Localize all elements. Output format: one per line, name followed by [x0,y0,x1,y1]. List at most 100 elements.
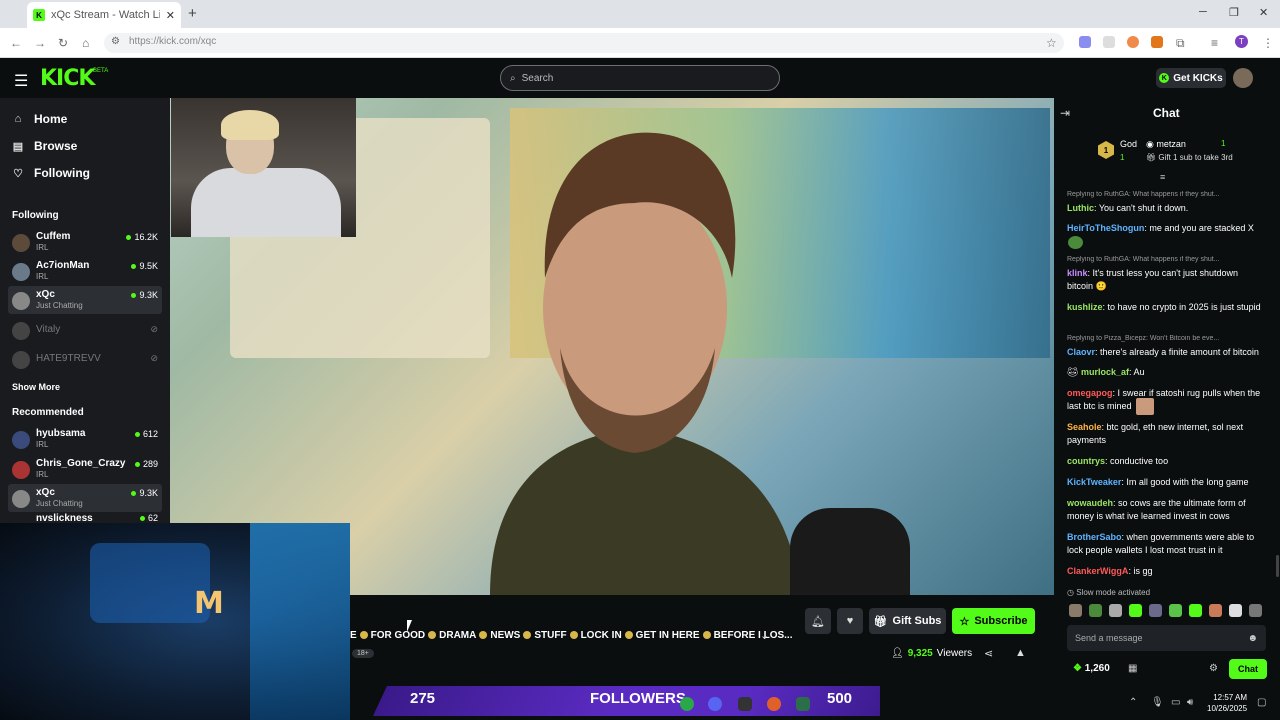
get-kicks-button[interactable]: K Get KICKs [1156,68,1226,88]
sidebar-item-browse[interactable]: ▤ Browse [12,139,78,153]
emote-icon[interactable] [1149,604,1162,617]
sidebar-channel[interactable]: Ac7ionMan IRL 9.5K [8,257,162,285]
chat-message[interactable]: HeirToTheShogun: me and you are stacked … [1067,222,1265,235]
chat-message[interactable]: Claovr: there's already a finite amount … [1067,346,1265,359]
network-icon[interactable]: ▭ [1171,697,1180,708]
emote-icon[interactable] [1209,604,1222,617]
emote-icon[interactable] [1129,604,1142,617]
emote-icon[interactable] [1109,604,1122,617]
chat-message[interactable]: ClankerWiggA: is gg [1067,565,1265,578]
app-taskbar-icon[interactable] [796,697,810,711]
search-input[interactable]: ⌕ Search [500,65,780,91]
app-taskbar-icon[interactable] [738,697,752,711]
sidebar-channel[interactable]: hyubsama IRL 612 [8,425,162,453]
chat-username[interactable]: kushlize [1067,302,1103,312]
browser-tab[interactable]: K xQc Stream - Watch Live o ✕ [27,2,181,28]
reload-icon[interactable]: ↻ [58,36,68,50]
chat-username[interactable]: Seahole [1067,422,1102,432]
chat-scrollbar[interactable] [1276,555,1279,577]
sidebar-channel[interactable]: Vitaly ⊘ [8,316,162,344]
taskbar-clock[interactable]: 12:57 AM 10/26/2025 [1207,692,1247,714]
browser-menu-icon[interactable]: ⋮ [1262,36,1274,50]
share-icon[interactable]: ⋖ [984,647,993,660]
extension-icon[interactable] [1079,36,1091,48]
chat-message[interactable]: countrys: conductive too [1067,455,1265,468]
chat-message[interactable]: Seahole: btc gold, eth new internet, sol… [1067,421,1265,447]
chevron-up-icon[interactable]: ⌃ [1129,697,1137,708]
emote-icon[interactable] [1189,604,1202,617]
reading-list-icon[interactable]: ≡ [1211,36,1218,50]
window-minimize-button[interactable]: ─ [1199,6,1207,18]
chat-username[interactable]: countrys [1067,456,1105,466]
sidebar-channel[interactable]: HATE9TREVV ⊘ [8,345,162,373]
back-arrow-icon[interactable]: ← [10,36,22,50]
emoji-picker-icon[interactable]: ☻ [1247,633,1258,644]
volume-icon[interactable]: 🔊︎ [1187,697,1193,708]
tab-close-icon[interactable]: ✕ [166,9,175,22]
emote-icon[interactable] [1229,604,1242,617]
emote-icon[interactable] [1169,604,1182,617]
address-bar[interactable] [104,33,1064,53]
subscribe-button[interactable]: ☆ Subscribe [952,608,1035,634]
discord-taskbar-icon[interactable] [708,697,722,711]
microphone-icon[interactable]: 🎙︎ [1151,697,1164,708]
forward-arrow-icon[interactable]: → [34,36,46,50]
window-close-button[interactable]: ✕ [1259,6,1268,19]
sidebar-channel[interactable]: xQc Just Chatting 9.3K [8,286,162,314]
hamburger-menu-icon[interactable]: ☰ [14,71,28,91]
chat-username[interactable]: HeirToTheShogun [1067,223,1144,233]
gear-icon[interactable]: ⚙ [1209,663,1218,674]
send-chat-button[interactable]: Chat [1229,659,1267,679]
sidebar-channel[interactable]: Chris_Gone_Crazy IRL 289 [8,455,162,483]
emote-icon[interactable] [1069,604,1082,617]
kicks-balance[interactable]: ❖ 1,260 [1073,663,1110,674]
chat-message[interactable]: wowaudeh: so cows are the ultimate form … [1067,497,1265,523]
follow-heart-button[interactable]: ♥ [837,608,863,634]
user-avatar[interactable] [1233,68,1253,88]
collapse-chat-icon[interactable]: ⇥ [1060,106,1070,120]
show-more-link[interactable]: Show More [12,382,60,392]
app-taskbar-icon[interactable] [767,697,781,711]
chat-username[interactable]: Claovr [1067,347,1095,357]
chat-username[interactable]: Luthic [1067,203,1094,213]
kick-logo[interactable]: KICK [40,66,95,91]
chat-username[interactable]: omegapog [1067,388,1113,398]
chrome-taskbar-icon[interactable] [680,697,694,711]
chat-message[interactable]: BrotherSabo: when governments were able … [1067,531,1265,557]
emote-icon[interactable] [1089,604,1102,617]
chat-message[interactable]: 🐸︎ murlock_af: Au [1067,366,1265,379]
report-warning-icon[interactable]: ▲ [1015,647,1026,659]
chat-message[interactable]: omegapog: I swear if satoshi rug pulls w… [1067,387,1265,413]
emote-icon[interactable] [1249,604,1262,617]
address-url[interactable]: https://kick.com/xqc [129,36,216,47]
chevron-down-icon[interactable]: ⌄ [760,629,769,642]
metamask-icon[interactable] [1151,36,1163,48]
chat-username[interactable]: klink [1067,268,1088,278]
sidebar-channel[interactable]: xQc Just Chatting 9.3K [8,484,162,512]
notification-bell-button[interactable]: 🔔︎ [805,608,831,634]
chat-message[interactable]: kushlize: to have no crypto in 2025 is j… [1067,301,1265,314]
chat-username[interactable]: murlock_af [1081,367,1129,377]
site-info-icon[interactable]: ⚙ [111,36,120,47]
notifications-icon[interactable]: ▢ [1257,697,1266,708]
extensions-puzzle-icon[interactable]: ⧉ [1176,36,1185,51]
chat-username[interactable]: BrotherSabo [1067,532,1122,542]
chat-username[interactable]: ClankerWiggA [1067,566,1128,576]
chat-username[interactable]: wowaudeh [1067,498,1113,508]
sidebar-channel[interactable]: nvslickness 62 [8,513,162,523]
chat-message[interactable]: klink: It's trust less you can't just sh… [1067,267,1265,293]
gift-subs-button[interactable]: 🎁︎ Gift Subs [869,608,946,634]
bookmark-star-icon[interactable]: ☆ [1046,36,1057,50]
chat-username[interactable]: KickTweaker [1067,477,1121,487]
new-tab-button[interactable]: + [188,5,202,22]
drag-handle-icon[interactable]: ≡ [1160,172,1165,182]
extension-icon[interactable] [1103,36,1115,48]
chat-message[interactable]: Luthic: You can't shut it down. [1067,202,1265,215]
window-maximize-button[interactable]: ❐ [1229,6,1239,19]
home-browser-icon[interactable]: ⌂ [82,36,89,50]
browser-profile-avatar[interactable]: T [1235,35,1248,48]
extension-icon[interactable] [1127,36,1139,48]
sidebar-item-following[interactable]: ♡ Following [12,166,90,180]
chat-message[interactable]: KickTweaker: Im all good with the long g… [1067,476,1265,489]
chat-message-input[interactable]: Send a message ☻ [1067,625,1266,651]
